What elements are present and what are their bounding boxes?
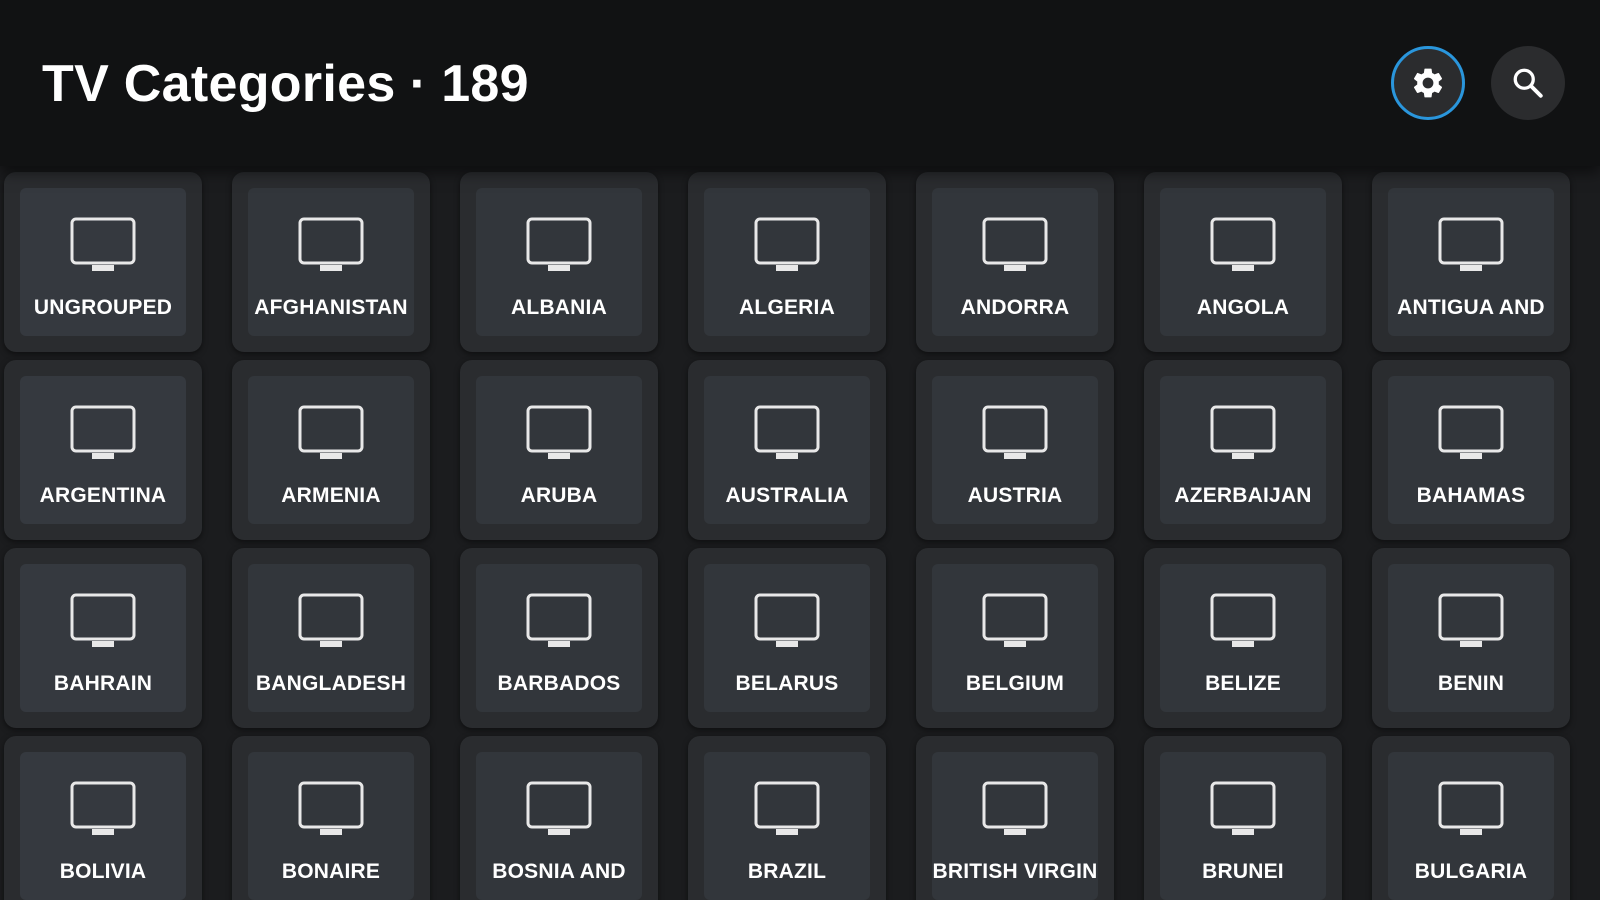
tv-icon <box>982 405 1048 459</box>
tv-icon <box>526 781 592 835</box>
tv-icon <box>298 405 364 459</box>
category-tile[interactable]: BOSNIA AND <box>460 736 658 900</box>
category-label: AZERBAIJAN <box>1174 484 1312 507</box>
tv-icon <box>1438 405 1504 459</box>
category-label: UNGROUPED <box>33 296 173 319</box>
category-label: BOSNIA AND <box>492 860 626 883</box>
category-tile[interactable]: BRITISH VIRGIN <box>916 736 1114 900</box>
tv-icon <box>754 405 820 459</box>
title-separator: · <box>409 55 428 113</box>
tv-icon <box>1438 593 1504 647</box>
tv-icon <box>1210 593 1276 647</box>
tv-icon <box>298 217 364 271</box>
top-bar: TV Categories · 189 <box>0 0 1600 166</box>
search-icon <box>1513 68 1543 98</box>
tv-icon <box>526 405 592 459</box>
category-tile[interactable]: AZERBAIJAN <box>1144 360 1342 540</box>
category-tile[interactable]: AUSTRALIA <box>688 360 886 540</box>
category-tile[interactable]: BELGIUM <box>916 548 1114 728</box>
category-label: ARMENIA <box>281 484 381 507</box>
tv-icon <box>526 593 592 647</box>
tv-icon <box>70 593 136 647</box>
category-tile[interactable]: BOLIVIA <box>4 736 202 900</box>
tv-icon <box>1210 781 1276 835</box>
category-tile[interactable]: UNGROUPED <box>4 172 202 352</box>
category-label: ANTIGUA AND <box>1397 296 1545 319</box>
tv-icon <box>1438 781 1504 835</box>
tv-icon <box>70 405 136 459</box>
tv-icon <box>754 217 820 271</box>
category-tile[interactable]: ANDORRA <box>916 172 1114 352</box>
category-tile[interactable]: ARUBA <box>460 360 658 540</box>
category-tile[interactable]: BENIN <box>1372 548 1570 728</box>
category-label: ANGOLA <box>1196 296 1290 319</box>
category-tile[interactable]: BELARUS <box>688 548 886 728</box>
tv-icon <box>754 593 820 647</box>
category-tile[interactable]: BRUNEI <box>1144 736 1342 900</box>
tv-icon <box>1210 217 1276 271</box>
category-tile[interactable]: BAHRAIN <box>4 548 202 728</box>
category-tile[interactable]: ALBANIA <box>460 172 658 352</box>
category-tile[interactable]: BELIZE <box>1144 548 1342 728</box>
settings-button[interactable] <box>1391 46 1465 120</box>
category-tile[interactable]: BAHAMAS <box>1372 360 1570 540</box>
category-label: BULGARIA <box>1414 860 1528 883</box>
title-text: TV Categories <box>42 55 396 113</box>
category-tile[interactable]: ALGERIA <box>688 172 886 352</box>
category-label: ALBANIA <box>511 296 607 319</box>
tv-icon <box>298 593 364 647</box>
tv-icon <box>298 781 364 835</box>
category-grid: UNGROUPED AFGHANISTAN ALBANIA ALGERIA ANDORR… <box>4 172 1596 900</box>
category-count: 189 <box>441 55 529 113</box>
category-label: BENIN <box>1437 672 1505 695</box>
category-label: BARBADOS <box>497 672 621 695</box>
category-tile[interactable]: BARBADOS <box>460 548 658 728</box>
category-tile[interactable]: AUSTRIA <box>916 360 1114 540</box>
tv-icon <box>70 781 136 835</box>
search-button[interactable] <box>1491 46 1565 120</box>
category-label: BAHRAIN <box>53 672 153 695</box>
tv-icon <box>1438 217 1504 271</box>
tv-icon <box>982 593 1048 647</box>
category-label: BONAIRE <box>281 860 381 883</box>
category-label: ANDORRA <box>960 296 1070 319</box>
category-tile[interactable]: AFGHANISTAN <box>232 172 430 352</box>
category-label: BRAZIL <box>747 860 827 883</box>
gear-icon <box>1413 68 1443 98</box>
category-label: ALGERIA <box>739 296 835 319</box>
tv-icon <box>754 781 820 835</box>
category-tile[interactable]: BONAIRE <box>232 736 430 900</box>
tv-categories-screen: TV Categories · 189 UNGROUPED AFGHANISTAN AL… <box>0 0 1600 900</box>
tv-icon <box>982 217 1048 271</box>
category-tile[interactable]: BANGLADESH <box>232 548 430 728</box>
tv-icon <box>982 781 1048 835</box>
category-label: BAHAMAS <box>1416 484 1526 507</box>
tv-icon <box>526 217 592 271</box>
category-tile[interactable]: BRAZIL <box>688 736 886 900</box>
category-label: BRITISH VIRGIN <box>932 860 1098 883</box>
page-title: TV Categories · 189 <box>42 52 529 116</box>
category-label: BELARUS <box>735 672 839 695</box>
tv-icon <box>70 217 136 271</box>
category-label: ARUBA <box>520 484 598 507</box>
category-tile[interactable]: ARMENIA <box>232 360 430 540</box>
category-tile[interactable]: ARGENTINA <box>4 360 202 540</box>
category-label: BANGLADESH <box>255 672 407 695</box>
category-label: BRUNEI <box>1202 860 1284 883</box>
category-tile[interactable]: ANTIGUA AND <box>1372 172 1570 352</box>
category-label: AUSTRIA <box>967 484 1063 507</box>
category-label: ARGENTINA <box>39 484 167 507</box>
category-label: BOLIVIA <box>59 860 147 883</box>
tv-icon <box>1210 405 1276 459</box>
category-label: BELIZE <box>1205 672 1281 695</box>
category-tile[interactable]: BULGARIA <box>1372 736 1570 900</box>
category-label: AUSTRALIA <box>725 484 849 507</box>
category-tile[interactable]: ANGOLA <box>1144 172 1342 352</box>
category-label: BELGIUM <box>965 672 1065 695</box>
category-label: AFGHANISTAN <box>254 296 408 319</box>
